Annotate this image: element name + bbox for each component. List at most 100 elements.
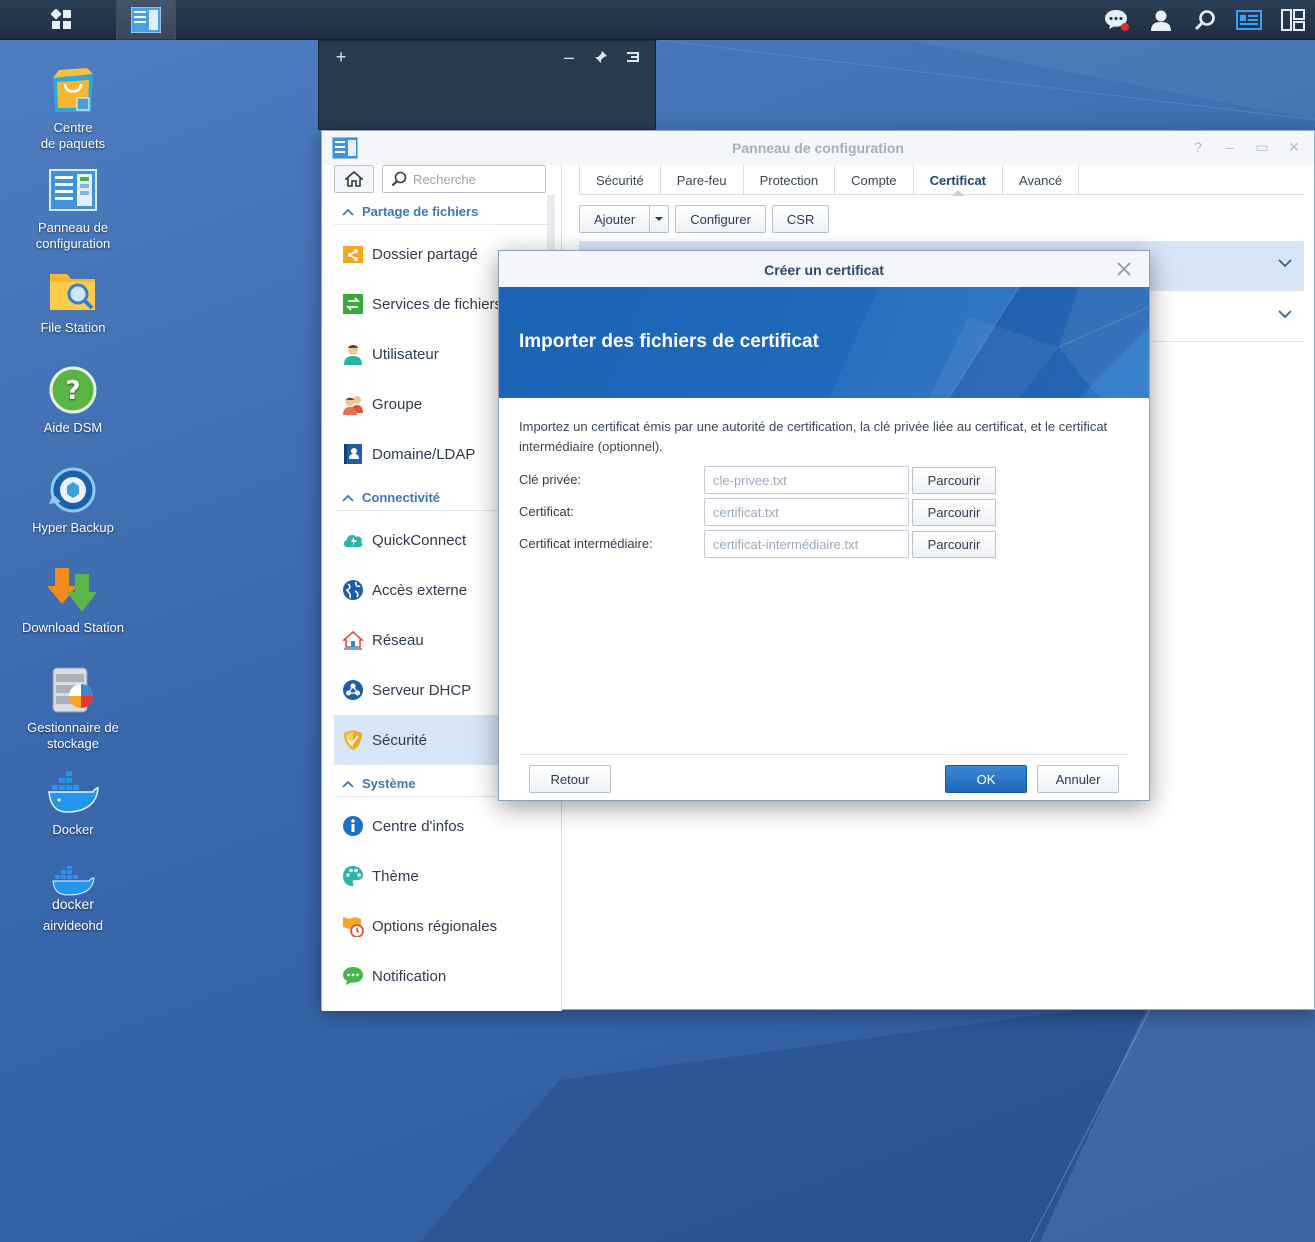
form-row-intermediate-certificate: Certificat intermédiaire: Parcourir bbox=[519, 530, 999, 558]
menu-icon[interactable] bbox=[623, 47, 643, 67]
minimize-icon[interactable]: – bbox=[1222, 139, 1238, 156]
intermediate-certificate-input[interactable] bbox=[704, 530, 909, 558]
tab-security[interactable]: Sécurité bbox=[579, 165, 661, 195]
help-icon[interactable]: ? bbox=[1190, 139, 1206, 156]
cancel-button[interactable]: Annuler bbox=[1037, 765, 1119, 793]
close-icon[interactable]: ✕ bbox=[1286, 139, 1302, 156]
sidebar-item-label: QuickConnect bbox=[372, 531, 467, 549]
tab-protection[interactable]: Protection bbox=[744, 165, 836, 195]
toolbar: Ajouter Configurer CSR bbox=[579, 205, 830, 233]
main-menu-button[interactable] bbox=[32, 0, 92, 40]
taskbar-control-panel-button[interactable] bbox=[116, 0, 176, 40]
browse-private-key-button[interactable]: Parcourir bbox=[912, 467, 996, 494]
sidebar-item-label: Domaine/LDAP bbox=[372, 445, 476, 463]
pin-icon[interactable] bbox=[591, 47, 611, 67]
tab-advanced[interactable]: Avancé bbox=[1003, 165, 1080, 195]
desktop-icon-airvideohd[interactable]: docker airvideohd bbox=[18, 866, 128, 934]
user-icon bbox=[1151, 10, 1171, 31]
search-icon bbox=[391, 171, 407, 187]
control-panel-app-icon bbox=[131, 7, 161, 33]
palette-icon bbox=[343, 866, 363, 886]
certificate-input[interactable] bbox=[704, 498, 909, 526]
form-row-private-key: Clé privée: Parcourir bbox=[519, 466, 999, 494]
search-button[interactable] bbox=[1183, 0, 1227, 40]
group-icon bbox=[343, 396, 363, 415]
section-label: Système bbox=[362, 776, 416, 791]
sidebar-item-label: Dossier partagé bbox=[372, 245, 478, 263]
plus-icon[interactable]: + bbox=[331, 47, 351, 67]
search-box[interactable] bbox=[382, 165, 546, 193]
domain-ldap-icon bbox=[344, 444, 362, 464]
sidebar-item-label: Accès externe bbox=[372, 581, 468, 599]
browse-certificate-button[interactable]: Parcourir bbox=[912, 499, 996, 526]
create-certificate-dialog: Créer un certificat Importer des fichier… bbox=[498, 250, 1150, 801]
desktop-icon-label: airvideohd bbox=[43, 918, 103, 933]
add-split-button: Ajouter bbox=[579, 205, 670, 233]
desktop-icon-control-panel[interactable]: Panneau de configuration bbox=[18, 164, 128, 252]
close-icon[interactable] bbox=[1115, 260, 1133, 278]
private-key-label: Clé privée: bbox=[519, 472, 582, 487]
file-station-icon bbox=[50, 274, 95, 310]
desktop-icon-dsm-help[interactable]: ? Aide DSM bbox=[18, 364, 128, 436]
chevron-up-icon bbox=[342, 780, 354, 788]
sidebar-item-info-center[interactable]: Centre d'infos bbox=[334, 801, 548, 851]
desktop-icon-file-station[interactable]: File Station bbox=[18, 264, 128, 336]
help-icon: ? bbox=[49, 366, 97, 414]
minus-icon[interactable]: – bbox=[559, 47, 579, 67]
desktop-icon-label: Download Station bbox=[22, 620, 124, 635]
back-button[interactable]: Retour bbox=[529, 765, 611, 793]
dialog-titlebar[interactable]: Créer un certificat bbox=[499, 251, 1149, 287]
desktop-layout-button[interactable] bbox=[1271, 0, 1315, 40]
sidebar-item-theme[interactable]: Thème bbox=[334, 851, 548, 901]
widgets-icon bbox=[1236, 10, 1262, 30]
tab-certificate[interactable]: Certificat bbox=[914, 165, 1004, 196]
desktop-icon-package-center[interactable]: Centre de paquets bbox=[18, 64, 128, 152]
search-input[interactable] bbox=[413, 171, 533, 187]
home-button[interactable] bbox=[334, 165, 374, 193]
section-label: Partage de fichiers bbox=[362, 204, 479, 219]
ok-button[interactable]: OK bbox=[945, 765, 1027, 793]
desktop-icon-label: Hyper Backup bbox=[32, 520, 114, 535]
sidebar-item-regional-options[interactable]: Options régionales bbox=[334, 901, 548, 951]
package-center-icon bbox=[53, 68, 93, 112]
user-button[interactable] bbox=[1139, 0, 1183, 40]
dialog-banner: Importer des fichiers de certificat bbox=[499, 287, 1149, 398]
configure-button[interactable]: Configurer bbox=[675, 205, 766, 233]
widgets-button[interactable] bbox=[1227, 0, 1271, 40]
desktop-icon-hyper-backup[interactable]: Hyper Backup bbox=[18, 464, 128, 536]
docker-container-icon bbox=[52, 866, 95, 896]
docker-icon bbox=[48, 771, 99, 813]
desktop-icon-label: configuration bbox=[35, 236, 111, 251]
desktop-icon-label: de paquets bbox=[40, 136, 106, 151]
regional-options-icon bbox=[343, 917, 364, 937]
intermediate-certificate-label: Certificat intermédiaire: bbox=[519, 536, 653, 551]
notification-chat-icon bbox=[1105, 10, 1129, 31]
notification-button[interactable] bbox=[1095, 0, 1139, 40]
desktop-icon-storage-manager[interactable]: Gestionnaire de stockage bbox=[18, 664, 128, 752]
add-button[interactable]: Ajouter bbox=[579, 205, 651, 233]
window-titlebar[interactable]: Panneau de configuration ? – ▭ ✕ bbox=[322, 131, 1314, 165]
tab-firewall[interactable]: Pare-feu bbox=[661, 165, 744, 195]
hyper-backup-icon bbox=[49, 467, 96, 513]
quickconnect-icon bbox=[344, 534, 363, 547]
network-icon bbox=[342, 630, 364, 650]
csr-button[interactable]: CSR bbox=[771, 205, 830, 233]
file-services-icon bbox=[343, 294, 363, 314]
dialog-banner-title: Importer des fichiers de certificat bbox=[519, 331, 819, 352]
desktop-icon-download-station[interactable]: Download Station bbox=[18, 564, 128, 636]
browse-intermediate-certificate-button[interactable]: Parcourir bbox=[912, 531, 996, 558]
private-key-input[interactable] bbox=[704, 466, 909, 494]
globe-icon bbox=[343, 580, 363, 600]
sidebar-item-label: Centre d'infos bbox=[372, 817, 465, 835]
sidebar-item-notification[interactable]: Notification bbox=[334, 951, 548, 1001]
taskbar bbox=[0, 0, 1315, 40]
tab-account[interactable]: Compte bbox=[835, 165, 914, 195]
maximize-icon[interactable]: ▭ bbox=[1254, 139, 1270, 156]
sidebar-item-label: Utilisateur bbox=[372, 345, 439, 363]
desktop-icon-docker[interactable]: Docker bbox=[18, 766, 128, 838]
add-dropdown-button[interactable] bbox=[650, 205, 670, 233]
control-panel-icon bbox=[49, 169, 97, 211]
storage-manager-icon bbox=[52, 667, 93, 713]
sidebar-item-label: Services de fichiers bbox=[372, 295, 503, 313]
section-file-sharing[interactable]: Partage de fichiers bbox=[334, 199, 548, 225]
